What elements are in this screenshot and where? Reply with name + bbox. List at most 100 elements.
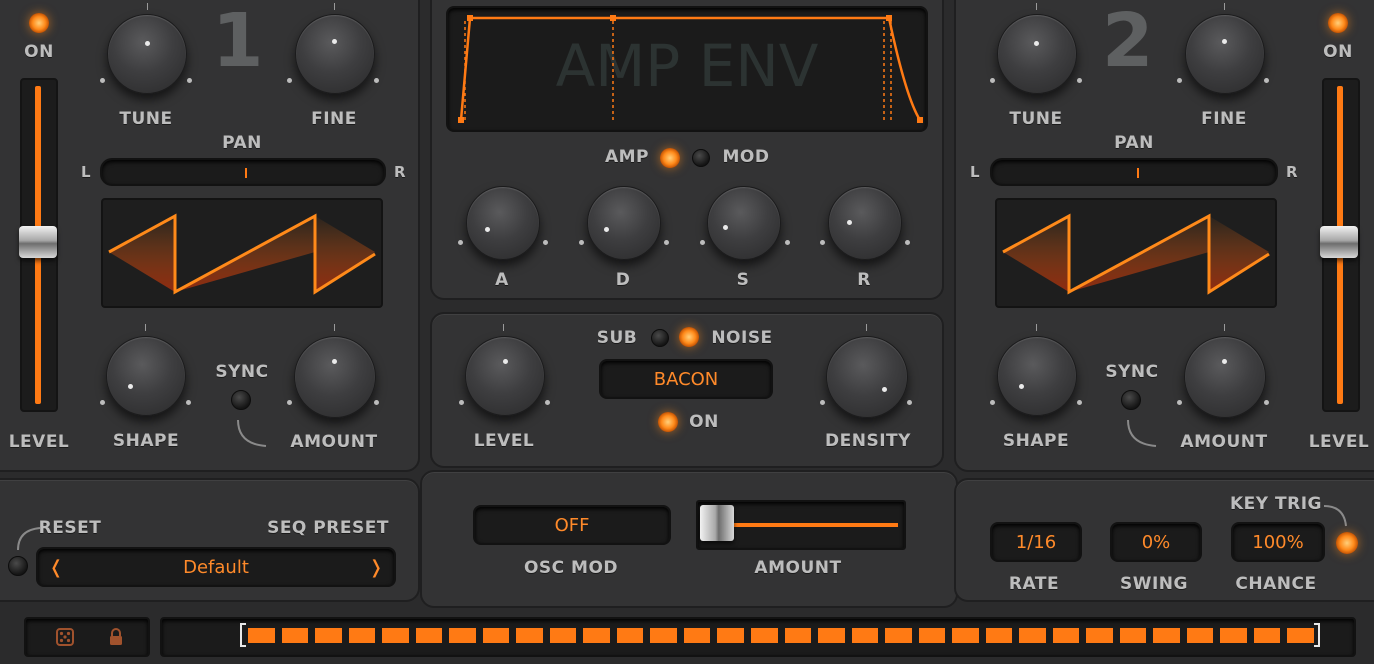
noise-led[interactable] bbox=[679, 327, 699, 347]
noise-level-max-dot bbox=[545, 400, 550, 405]
osc1-on-led[interactable] bbox=[29, 13, 49, 33]
step-cell[interactable] bbox=[717, 628, 744, 643]
osc1-fine-knob[interactable] bbox=[295, 14, 375, 94]
osc2-pan-left-label: L bbox=[969, 163, 981, 181]
step-cell[interactable] bbox=[1153, 628, 1180, 643]
osc1-amount-tick bbox=[334, 324, 335, 331]
sustain-label: S bbox=[736, 270, 750, 290]
mod-mode-led[interactable] bbox=[692, 149, 710, 167]
osc2-level-fader-handle[interactable] bbox=[1320, 226, 1358, 258]
step-cell[interactable] bbox=[650, 628, 677, 643]
mod-amount-slider-handle[interactable] bbox=[700, 505, 734, 541]
osc1-level-fader-handle[interactable] bbox=[19, 226, 57, 258]
step-cell[interactable] bbox=[985, 628, 1013, 643]
osc1-pan-left-label: L bbox=[80, 163, 92, 181]
step-cell[interactable] bbox=[918, 628, 946, 643]
step-cell[interactable] bbox=[1186, 628, 1214, 643]
osc1-tune-knob[interactable] bbox=[107, 14, 187, 94]
lock-icon[interactable] bbox=[108, 627, 124, 647]
osc2-pan-label: PAN bbox=[1114, 133, 1154, 153]
osc2-amount-min-dot bbox=[1177, 400, 1182, 405]
step-cell[interactable] bbox=[851, 628, 879, 643]
osc1-shape-knob[interactable] bbox=[106, 336, 186, 416]
osc1-on-label: ON bbox=[24, 42, 54, 62]
sub-led[interactable] bbox=[651, 329, 669, 347]
step-cell[interactable] bbox=[616, 628, 644, 643]
release-knob[interactable] bbox=[828, 186, 902, 260]
step-cell[interactable] bbox=[885, 628, 912, 643]
density-label: DENSITY bbox=[825, 431, 911, 451]
step-cell[interactable] bbox=[1119, 628, 1147, 643]
step-cell[interactable] bbox=[683, 628, 711, 643]
rate-selector[interactable]: 1/16 bbox=[990, 522, 1082, 562]
osc1-fine-min-dot bbox=[287, 78, 292, 83]
noise-level-knob[interactable] bbox=[465, 336, 545, 416]
step-cell[interactable] bbox=[1287, 628, 1314, 643]
step-cell[interactable] bbox=[248, 628, 275, 643]
step-cell[interactable] bbox=[482, 628, 510, 643]
density-knob[interactable] bbox=[826, 336, 908, 418]
osc1-number: 1 bbox=[212, 0, 264, 84]
step-cell[interactable] bbox=[1220, 628, 1247, 643]
step-cell[interactable] bbox=[1052, 628, 1080, 643]
swing-selector[interactable]: 0% bbox=[1110, 522, 1202, 562]
rate-label: RATE bbox=[1008, 574, 1060, 594]
osc1-level-label: LEVEL bbox=[8, 432, 70, 452]
step-cell[interactable] bbox=[549, 628, 577, 643]
step-cell[interactable] bbox=[348, 628, 376, 643]
osc1-shape-min-dot bbox=[100, 400, 105, 405]
osc1-amount-knob[interactable] bbox=[294, 336, 376, 418]
osc1-pan-right-label: R bbox=[393, 163, 407, 181]
step-cell[interactable] bbox=[952, 628, 979, 643]
osc1-pan-slider[interactable] bbox=[100, 158, 386, 186]
osc1-sync-led[interactable] bbox=[231, 390, 251, 410]
osc2-pan-slider[interactable] bbox=[990, 158, 1278, 186]
step-range-start-marker[interactable] bbox=[240, 623, 246, 647]
osc2-amount-knob[interactable] bbox=[1184, 336, 1266, 418]
decay-knob[interactable] bbox=[587, 186, 661, 260]
osc2-fine-knob[interactable] bbox=[1185, 14, 1265, 94]
osc2-shape-knob[interactable] bbox=[997, 336, 1077, 416]
osc1-tune-max-dot bbox=[187, 78, 192, 83]
step-cell[interactable] bbox=[818, 628, 845, 643]
seq-preset-prev-button[interactable]: ❬ bbox=[46, 557, 66, 578]
sustain-knob[interactable] bbox=[707, 186, 781, 260]
chance-selector[interactable]: 100% bbox=[1231, 522, 1325, 562]
step-cell[interactable] bbox=[1253, 628, 1281, 643]
step-cell[interactable] bbox=[415, 628, 443, 643]
osc2-sync-led[interactable] bbox=[1121, 390, 1141, 410]
step-cell[interactable] bbox=[281, 628, 309, 643]
noise-type-selector[interactable]: BACON bbox=[599, 359, 773, 399]
step-cell[interactable] bbox=[784, 628, 812, 643]
osc2-tune-label: TUNE bbox=[1009, 109, 1063, 129]
step-cell[interactable] bbox=[449, 628, 476, 643]
osc1-fine-label: FINE bbox=[311, 109, 357, 129]
osc-mod-selector[interactable]: OFF bbox=[473, 505, 671, 545]
noise-on-led[interactable] bbox=[658, 412, 678, 432]
key-trig-led[interactable] bbox=[1336, 532, 1358, 554]
osc1-shape-tick bbox=[145, 324, 146, 331]
attack-label: A bbox=[495, 270, 509, 290]
step-cell[interactable] bbox=[1086, 628, 1113, 643]
seq-preset-next-button[interactable]: ❭ bbox=[366, 557, 386, 578]
seq-preset-selector[interactable]: ❬ Default ❭ bbox=[36, 547, 396, 587]
osc2-tune-knob[interactable] bbox=[997, 14, 1077, 94]
osc2-amount-tick bbox=[1224, 324, 1225, 331]
osc2-on-led[interactable] bbox=[1328, 13, 1348, 33]
reset-button[interactable] bbox=[8, 556, 28, 576]
amp-mode-led[interactable] bbox=[660, 148, 680, 168]
step-range-end-marker[interactable] bbox=[1314, 623, 1320, 647]
osc1-shape-max-dot bbox=[186, 400, 191, 405]
step-cell[interactable] bbox=[516, 628, 543, 643]
step-cell[interactable] bbox=[750, 628, 778, 643]
step-cell[interactable] bbox=[1019, 628, 1046, 643]
step-cell[interactable] bbox=[382, 628, 409, 643]
noise-on-label: ON bbox=[689, 412, 719, 432]
dice-icon[interactable] bbox=[56, 628, 74, 646]
osc1-sync-label: SYNC bbox=[215, 362, 269, 382]
step-cell[interactable] bbox=[583, 628, 610, 643]
osc2-tune-max-dot bbox=[1077, 78, 1082, 83]
step-cell[interactable] bbox=[315, 628, 342, 643]
osc-mod-value: OFF bbox=[554, 515, 590, 536]
attack-knob[interactable] bbox=[466, 186, 540, 260]
